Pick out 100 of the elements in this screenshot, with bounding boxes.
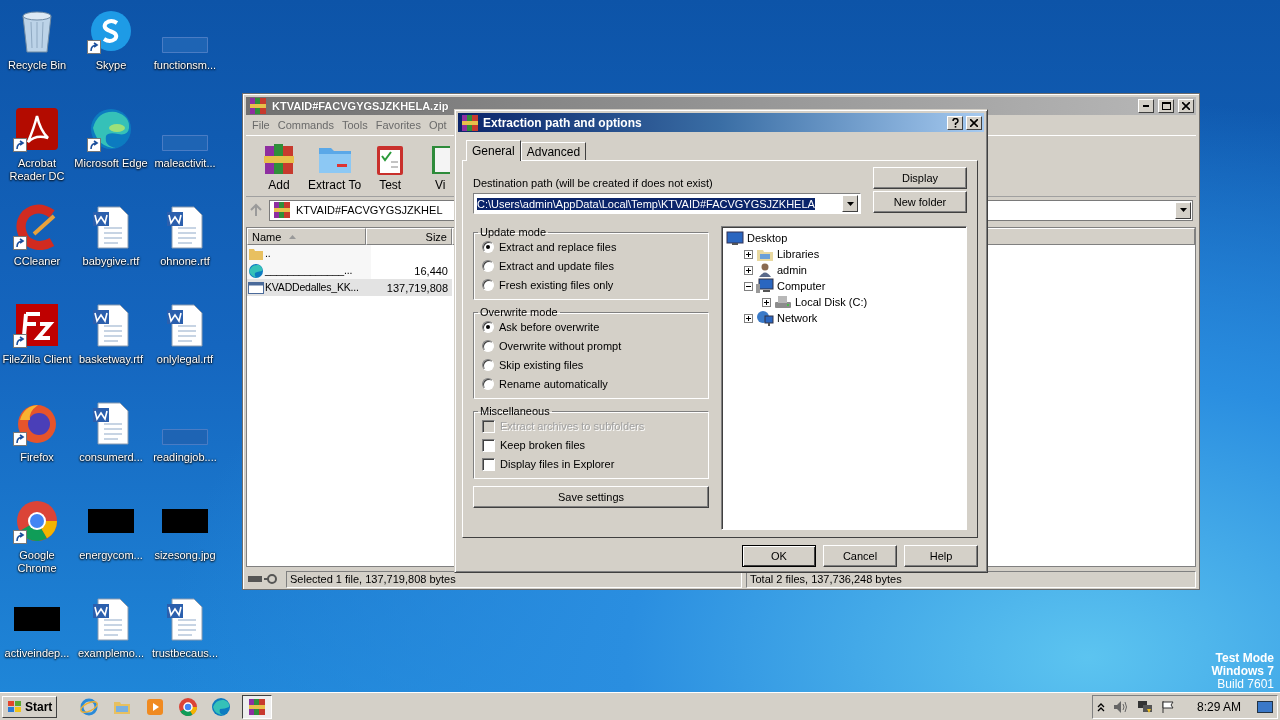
desktop-icon-label[interactable]: FileZilla Client <box>2 353 72 366</box>
radio-button[interactable] <box>482 359 494 371</box>
wave-logo-icon <box>88 106 134 152</box>
menu-item[interactable]: Opt <box>424 119 451 131</box>
expand-icon[interactable] <box>744 249 753 259</box>
tab[interactable]: Advanced <box>520 142 587 160</box>
taskbar-app-button[interactable] <box>242 694 273 719</box>
column-header[interactable]: Name <box>247 228 366 245</box>
menu-item[interactable]: Commands <box>273 119 338 131</box>
desktop-icon-label[interactable]: readingjob.... <box>153 451 217 464</box>
desktop-icon-label[interactable]: sizesong.jpg <box>154 549 216 562</box>
shortcut-arrow-icon <box>13 432 27 446</box>
maximize-icon <box>1161 102 1171 110</box>
flag-icon[interactable] <box>1160 699 1175 714</box>
sort-arrow-icon <box>289 234 297 239</box>
tree-item[interactable]: Desktop <box>747 232 788 244</box>
desktop-icon-label[interactable]: babygive.rtf <box>82 255 140 268</box>
option-label: Keep broken files <box>500 439 585 451</box>
shortcut-arrow-icon <box>13 138 27 152</box>
expand-icon[interactable] <box>744 313 753 323</box>
blank-file-icon <box>162 429 208 445</box>
radio-button[interactable] <box>482 260 494 272</box>
desktop-icon-label[interactable]: Firefox <box>20 451 54 464</box>
shortcut-arrow-icon <box>13 236 27 250</box>
desktop-icon-label[interactable]: consumerd... <box>79 451 143 464</box>
desktop-icon-label[interactable]: Skype <box>95 59 127 72</box>
close-button[interactable] <box>1178 99 1194 113</box>
toolbar-button[interactable]: Extract To <box>308 142 362 192</box>
desktop-icon-label[interactable]: Acrobat Reader DC <box>0 157 74 183</box>
windows-flag-icon <box>7 699 23 714</box>
destination-path-field[interactable]: C:\Users\admin\AppData\Local\Temp\KTVAID#FACVGYGSJZKHELA <box>473 193 861 214</box>
toolbar-button[interactable]: Test <box>369 142 412 192</box>
menu-item[interactable]: Tools <box>338 119 372 131</box>
shortcut-arrow-icon <box>87 138 101 152</box>
os-notice-text: Test Mode <box>1215 652 1274 665</box>
toolbar-button[interactable]: Vi <box>419 142 462 192</box>
desktop-icon-label[interactable]: energycom... <box>79 549 143 562</box>
tree-item[interactable]: Network <box>777 312 818 324</box>
question-mark-icon <box>951 117 959 128</box>
file-name: ______________... <box>265 263 353 278</box>
desktop-icon-label[interactable]: Google Chrome <box>0 549 74 575</box>
save-settings-button[interactable]: Save settings <box>473 486 709 508</box>
desktop-icon-label[interactable]: ohnone.rtf <box>160 255 210 268</box>
desktop-icon-label[interactable]: functionsm... <box>153 59 217 72</box>
close-button[interactable] <box>966 115 982 130</box>
menu-item[interactable]: File <box>248 119 274 131</box>
expand-icon[interactable] <box>762 297 771 307</box>
column-header[interactable]: Size <box>366 228 452 245</box>
file-name: KVADDedalles_KK... <box>265 280 359 295</box>
maximize-button[interactable] <box>1158 99 1174 113</box>
option-label: Overwrite without prompt <box>499 340 622 352</box>
file-size: 16,440 <box>414 264 448 277</box>
dropdown-button[interactable] <box>842 195 858 212</box>
desktop-icon-label[interactable]: Recycle Bin <box>7 59 67 72</box>
pdf-icon <box>14 106 60 152</box>
dialog-button[interactable]: Cancel <box>823 545 897 567</box>
desktop-icon-label[interactable]: CCleaner <box>13 255 61 268</box>
tree-item[interactable]: Libraries <box>777 248 820 260</box>
tree-item[interactable]: Local Disk (C:) <box>795 296 868 308</box>
desktop-icon-label[interactable]: examplemo... <box>78 647 144 660</box>
network-icon[interactable] <box>1136 699 1153 714</box>
toolbar-button[interactable]: Add <box>258 142 300 192</box>
monitor-icon <box>726 230 744 246</box>
tree-item[interactable]: Computer <box>777 280 826 292</box>
dropdown-button[interactable] <box>1175 201 1191 219</box>
checkbox[interactable] <box>482 457 495 471</box>
desktop-icon-label[interactable]: Microsoft Edge <box>74 157 148 170</box>
desktop-icon-label[interactable]: activeindep... <box>4 647 70 660</box>
dialog-button[interactable]: New folder <box>873 191 967 213</box>
radio-button[interactable] <box>482 321 494 333</box>
radio-button[interactable] <box>482 279 494 291</box>
speaker-icon[interactable] <box>1112 699 1129 714</box>
shortcut-arrow-icon <box>13 530 27 544</box>
blank-file-icon <box>162 37 208 53</box>
option-label: Rename automatically <box>499 378 608 390</box>
tab[interactable]: General <box>466 140 521 161</box>
group-title: Overwrite mode <box>479 306 559 318</box>
radio-button[interactable] <box>482 340 494 352</box>
desktop-icon-label[interactable]: basketway.rtf <box>79 353 143 366</box>
minimize-button[interactable] <box>1138 99 1154 113</box>
media-player-icon <box>145 696 166 717</box>
desktop-icon-label[interactable]: onlylegal.rtf <box>156 353 214 366</box>
clock-text[interactable]: 8:29 AM <box>1196 699 1241 714</box>
collapse-icon[interactable] <box>744 281 753 291</box>
expand-icon[interactable] <box>744 265 753 275</box>
help-button[interactable] <box>947 115 963 130</box>
menu-item[interactable]: Favorites <box>371 119 425 131</box>
os-notice-text: Windows 7 <box>1211 665 1274 678</box>
radio-button[interactable] <box>482 378 494 390</box>
dialog-button[interactable]: Help <box>904 545 978 567</box>
chevron-up-icon[interactable] <box>1096 701 1105 712</box>
checkbox[interactable] <box>482 438 495 452</box>
tree-item[interactable]: admin <box>777 264 807 276</box>
desktop-icon-label[interactable]: trustbecaus... <box>151 647 218 660</box>
dialog-button[interactable]: OK <box>742 545 816 567</box>
show-desktop-icon[interactable] <box>1257 699 1273 714</box>
desktop-icon-label[interactable]: maleactivit... <box>154 157 216 170</box>
radio-button[interactable] <box>482 241 494 253</box>
dialog-button[interactable]: Display <box>873 167 967 189</box>
start-button[interactable]: Start <box>2 695 58 718</box>
